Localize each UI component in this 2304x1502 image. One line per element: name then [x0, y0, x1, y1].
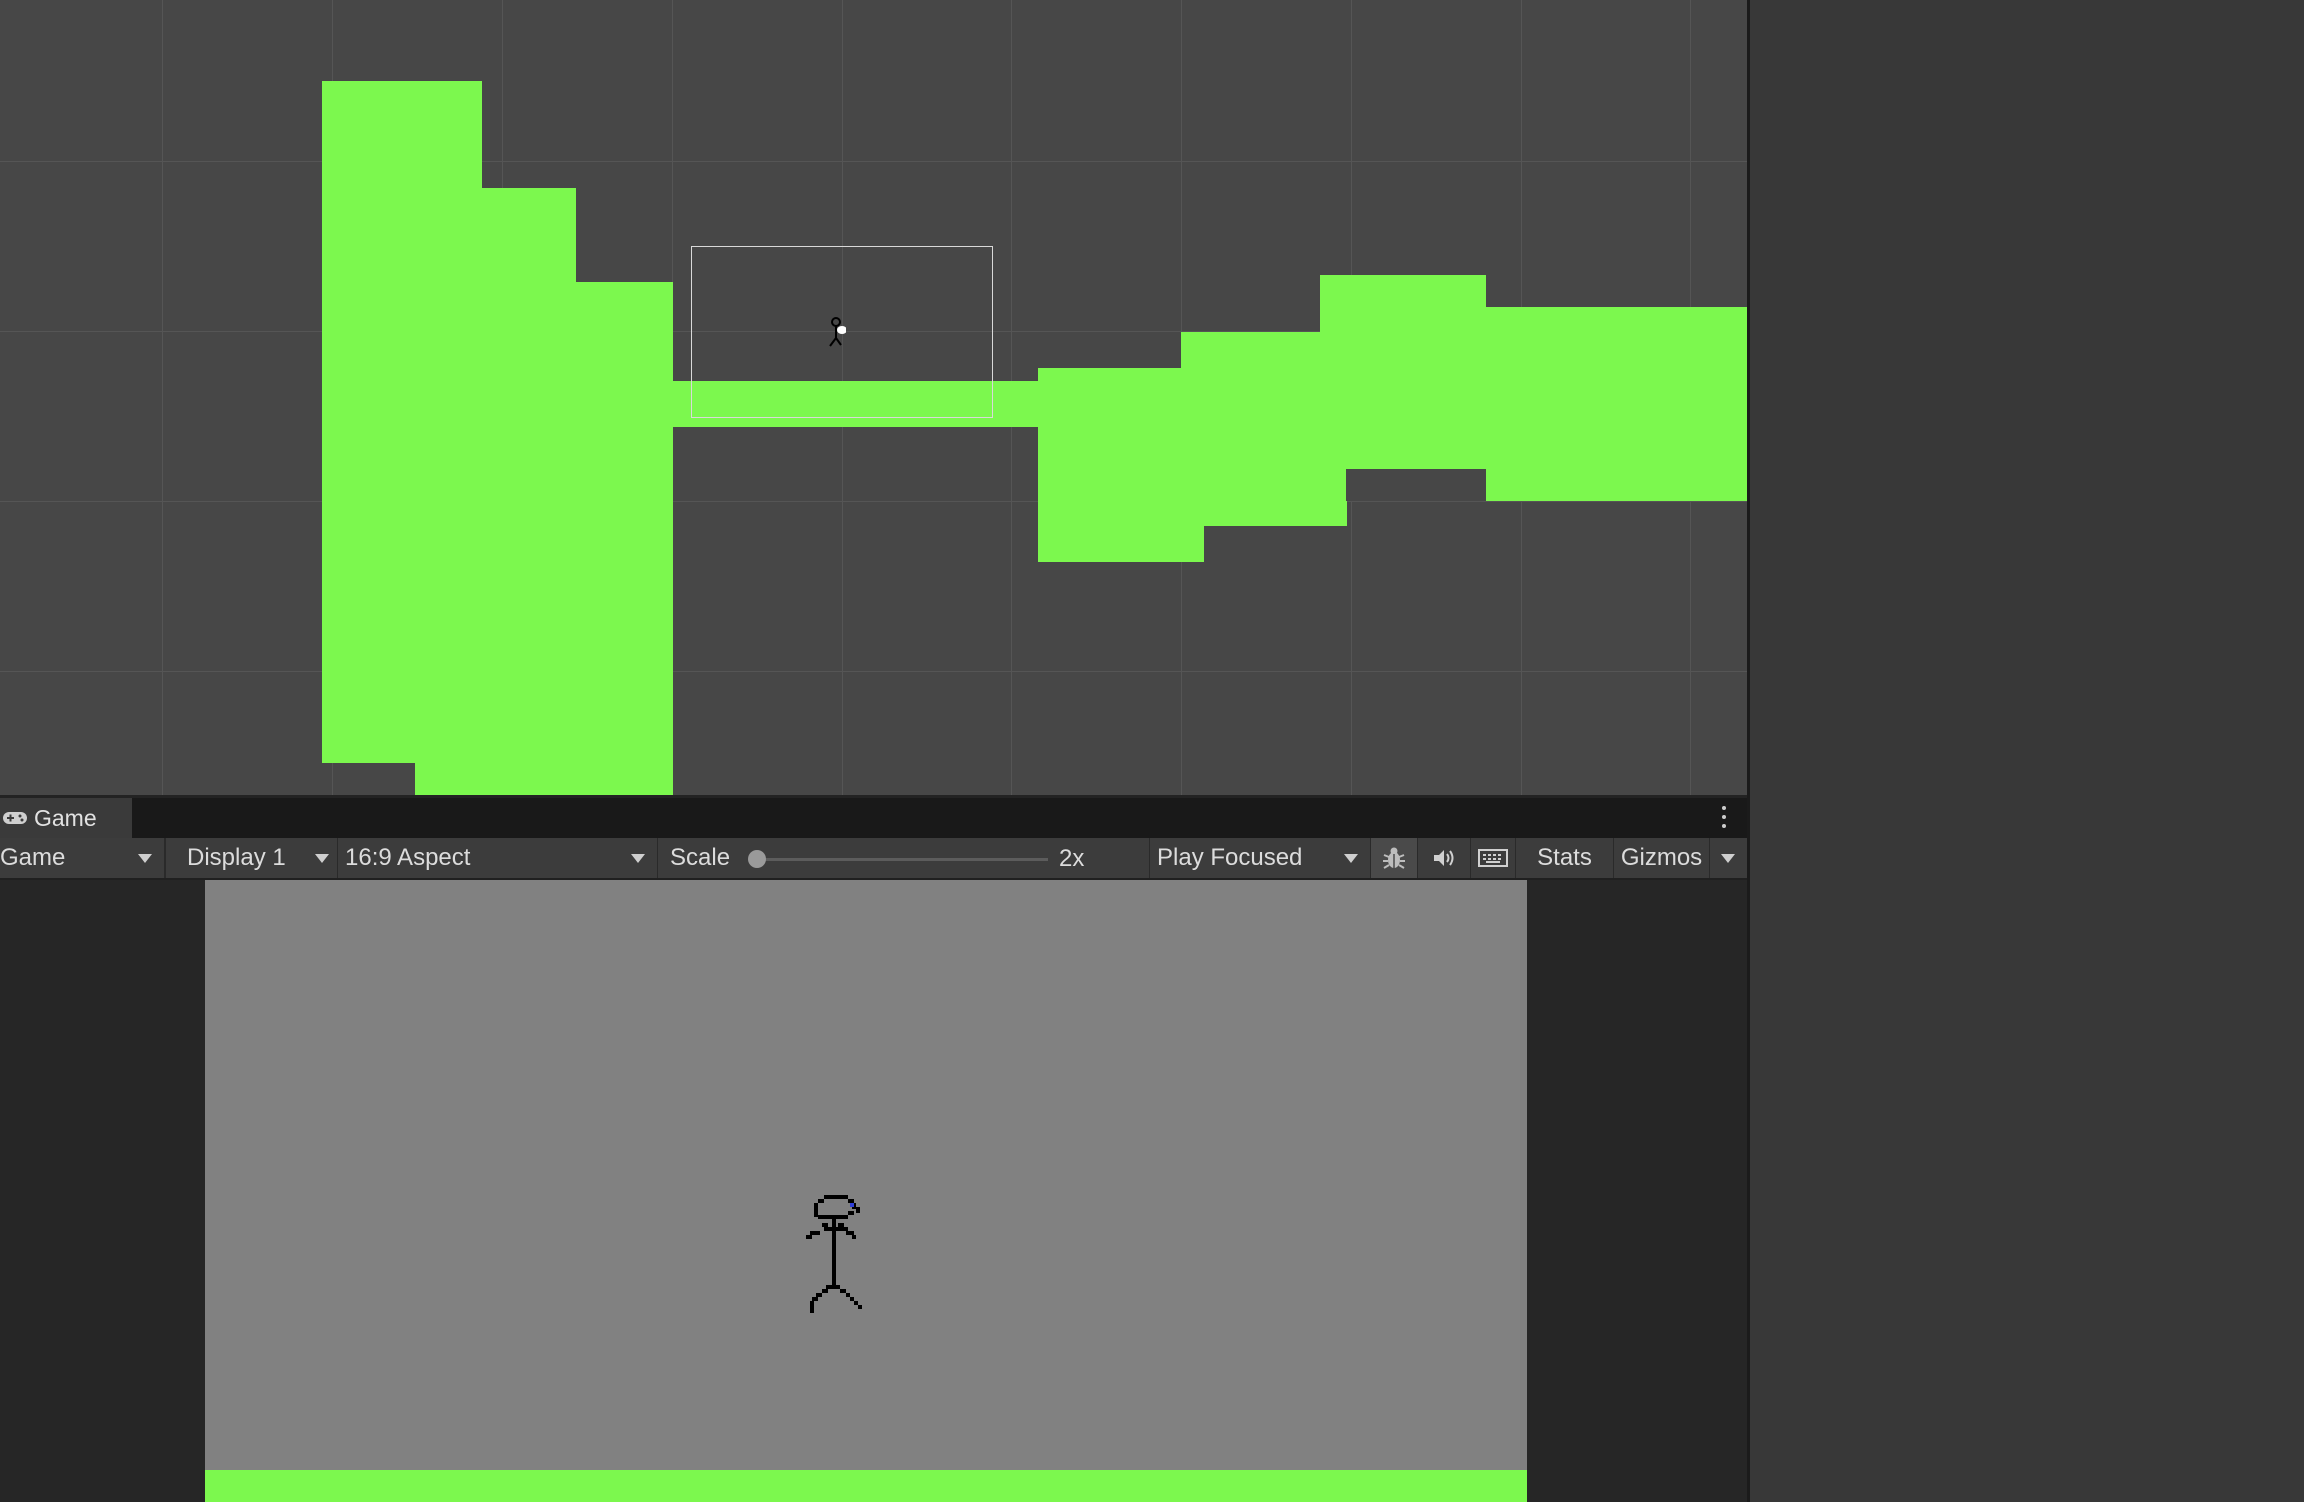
chevron-down-icon [1721, 854, 1735, 863]
kebab-menu-icon[interactable] [1721, 806, 1727, 828]
chevron-down-icon [631, 854, 645, 863]
terrain-block[interactable] [322, 81, 482, 763]
chevron-down-icon [138, 854, 152, 863]
terrain-block[interactable] [1486, 307, 1747, 501]
gamepad-icon [3, 812, 27, 824]
game-tab-bar: Game [0, 795, 1747, 838]
tab-game-label: Game [34, 804, 97, 831]
scale-value: 2x [1059, 845, 1085, 872]
terrain-block[interactable] [482, 188, 576, 795]
stats-button-label: Stats [1537, 844, 1592, 871]
ground-platform [205, 1470, 1527, 1502]
aspect-dropdown-label: 16:9 Aspect [345, 844, 471, 871]
play-mode-dropdown[interactable]: Play Focused [1150, 838, 1371, 878]
keyboard-icon [1478, 849, 1508, 867]
scene-view[interactable] [0, 0, 1747, 795]
chevron-down-icon [315, 854, 329, 863]
bug-toggle-button[interactable] [1371, 838, 1418, 878]
grid-line [0, 671, 1747, 672]
terrain-block[interactable] [1320, 275, 1486, 469]
player-character[interactable] [800, 1185, 890, 1335]
speaker-icon [1434, 850, 1454, 866]
keyboard-toggle-button[interactable] [1471, 838, 1516, 878]
gizmos-button-label: Gizmos [1620, 844, 1703, 871]
chevron-down-icon [1344, 854, 1358, 863]
bug-icon [1383, 847, 1405, 869]
terrain-block[interactable] [576, 282, 673, 795]
game-render-area[interactable] [205, 880, 1527, 1502]
display-dropdown[interactable]: Display 1 [165, 838, 338, 878]
terrain-gap [1346, 469, 1417, 501]
play-mode-label: Play Focused [1157, 844, 1303, 871]
view-dropdown-label: Game [0, 844, 66, 871]
view-dropdown[interactable]: Game [0, 838, 165, 878]
terrain-block[interactable] [1038, 368, 1204, 562]
aspect-dropdown[interactable]: 16:9 Aspect [338, 838, 658, 878]
grid-line [162, 0, 163, 795]
gizmos-dropdown[interactable] [1710, 838, 1747, 878]
gizmos-button[interactable]: Gizmos [1614, 838, 1710, 878]
stats-button[interactable]: Stats [1516, 838, 1614, 878]
tab-game[interactable]: Game [0, 798, 132, 838]
scale-slider-handle[interactable] [748, 850, 766, 868]
scale-label: Scale [670, 844, 731, 871]
game-toolbar: Game Display 1 16:9 Aspect Scale 2x Play… [0, 838, 1747, 880]
mute-audio-button[interactable] [1418, 838, 1471, 878]
grid-line [0, 161, 1747, 162]
display-dropdown-label: Display 1 [187, 844, 286, 871]
player-sprite-scene[interactable] [826, 316, 846, 350]
inspector-panel [1747, 0, 2304, 1502]
grid-line [0, 501, 1747, 502]
scale-slider-track[interactable] [752, 858, 1048, 861]
game-viewport[interactable] [0, 880, 1747, 1502]
